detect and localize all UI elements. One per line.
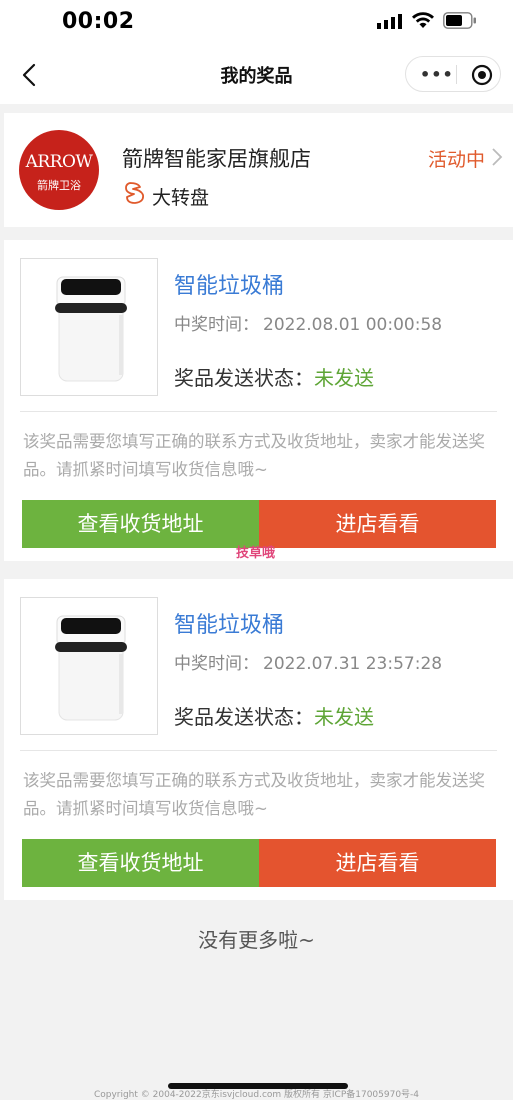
prize-ship-value: 未发送 [314,705,374,729]
prize-time: 中奖时间： 2022.08.01 00:00:58 [174,310,442,335]
mini-program-capsule: ••• [405,56,501,92]
shop-logo-text: ARROW [25,152,93,172]
divider [20,411,497,412]
prize-time-value: 2022.08.01 00:00:58 [263,315,443,335]
visit-shop-button[interactable]: 进店看看 [259,839,496,887]
chevron-right-icon [492,148,503,166]
home-indicator [168,1083,348,1089]
watermark: 技草哦 [236,546,276,561]
status-icons [377,12,477,29]
divider [20,750,497,751]
prize-time-value: 2022.07.31 23:57:28 [263,654,443,674]
shop-card[interactable]: ARROW 箭牌卫浴 箭牌智能家居旗舰店 大转盘 活动中 [4,113,513,227]
activity-name: 大转盘 [152,187,210,209]
battery-icon [443,12,476,29]
close-target-icon[interactable] [471,64,493,86]
prize-image [20,258,158,396]
prize-note: 该奖品需要您填写正确的联系方式及收货地址，卖家才能发送奖品。请抓紧时间填写收货信… [23,432,485,479]
prize-time-label: 中奖时间： [174,654,259,674]
prize-ship-label: 奖品发送状态： [174,366,314,390]
shop-logo: ARROW 箭牌卫浴 [19,130,99,210]
shop-name: 箭牌智能家居旗舰店 [122,147,311,171]
trash-bin-image [55,615,127,721]
status-bar: 00:02 [0,0,513,46]
shop-logo-subtext: 箭牌卫浴 [37,179,81,192]
prize-name[interactable]: 智能垃圾桶 [174,607,284,639]
activity-wheel-icon [125,182,144,204]
capsule-divider [456,65,457,84]
activity-status: 活动中 [427,149,485,171]
prize-card: 智能垃圾桶 中奖时间： 2022.07.31 23:57:28 奖品发送状态：未发… [4,579,513,900]
prize-name[interactable]: 智能垃圾桶 [174,268,284,300]
prize-ship-status: 奖品发送状态：未发送 [174,362,374,391]
wifi-icon [412,12,434,28]
prize-ship-label: 奖品发送状态： [174,705,314,729]
prize-actions: 查看收货地址 进店看看 [22,500,496,548]
nav-bar: 我的奖品 ••• [0,46,513,104]
prize-time-label: 中奖时间： [174,315,259,335]
prize-ship-value: 未发送 [314,366,374,390]
prize-note: 该奖品需要您填写正确的联系方式及收货地址，卖家才能发送奖品。请抓紧时间填写收货信… [23,771,485,818]
view-address-button[interactable]: 查看收货地址 [22,839,259,887]
visit-shop-button[interactable]: 进店看看 [259,500,496,548]
more-icon[interactable]: ••• [420,65,454,84]
status-time: 00:02 [62,9,135,34]
view-address-button[interactable]: 查看收货地址 [22,500,259,548]
prize-actions: 查看收货地址 进店看看 [22,839,496,887]
prize-card: 智能垃圾桶 中奖时间： 2022.08.01 00:00:58 奖品发送状态：未发… [4,240,513,561]
trash-bin-image [55,276,127,382]
no-more-text: 没有更多啦~ [198,928,315,952]
signal-icon [377,13,402,29]
prize-image [20,597,158,735]
prize-ship-status: 奖品发送状态：未发送 [174,701,374,730]
prize-time: 中奖时间： 2022.07.31 23:57:28 [174,649,442,674]
